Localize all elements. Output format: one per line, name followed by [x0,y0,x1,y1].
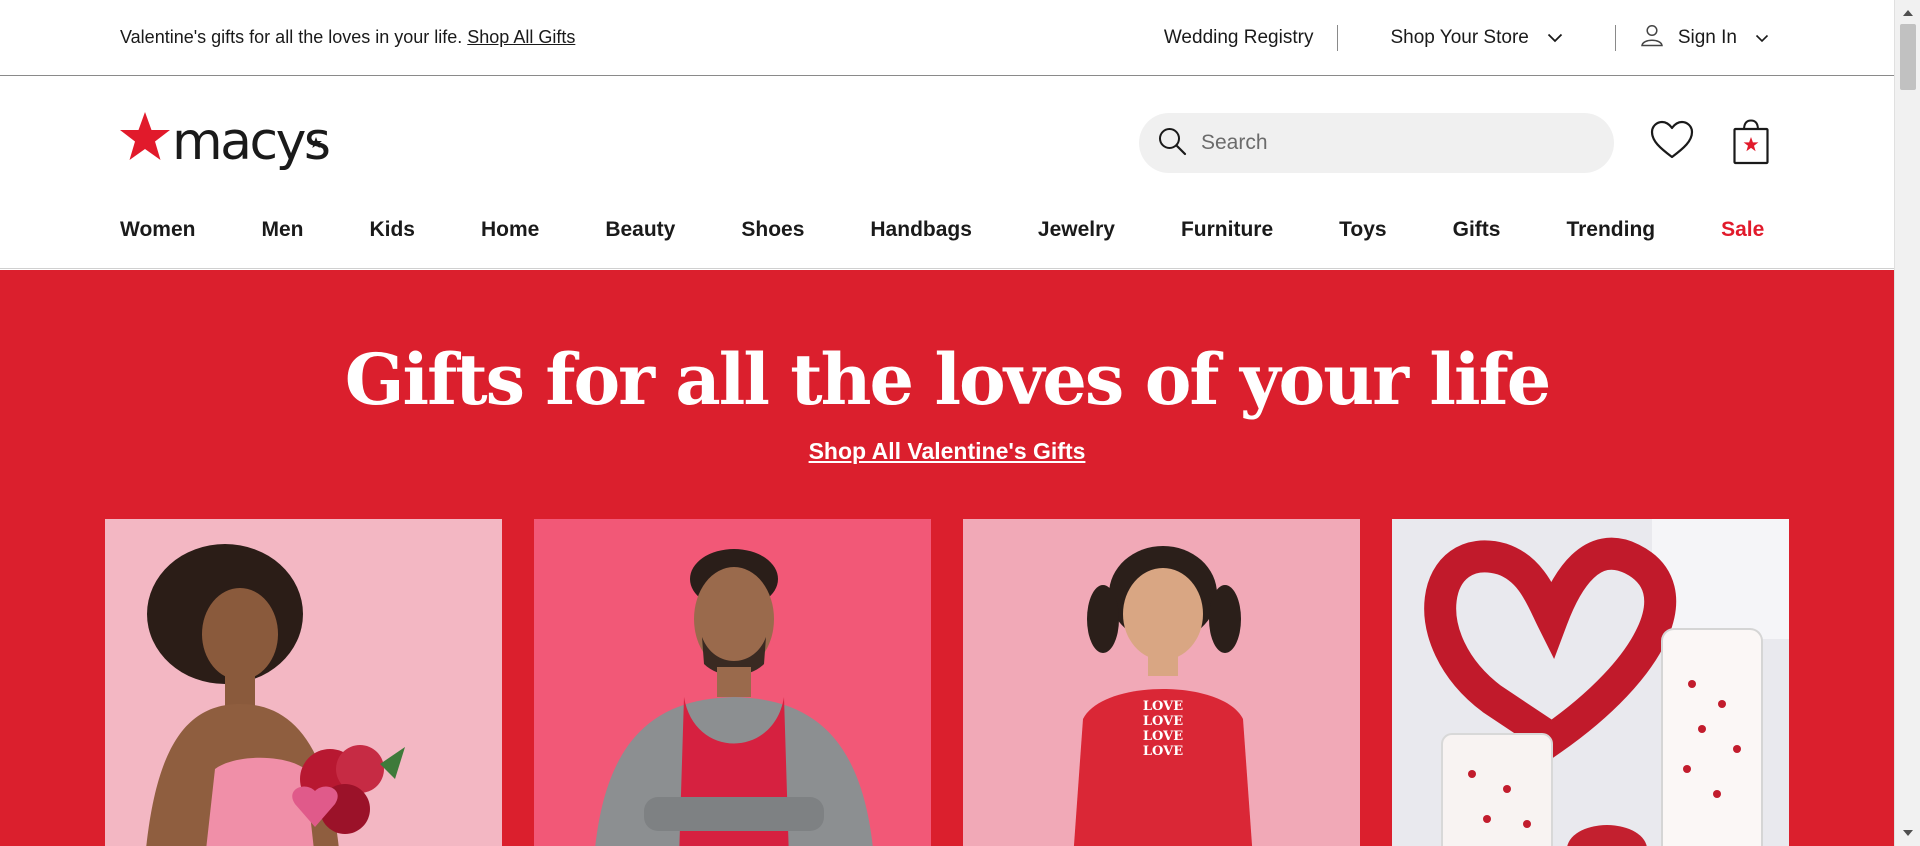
gift-tile-her[interactable] [105,519,502,846]
hero-title: Gifts for all the loves of your life [344,338,1551,421]
sign-in-dropdown[interactable]: Sign In [1640,23,1769,53]
shopping-bag-icon[interactable] [1733,119,1769,170]
user-icon [1640,23,1664,53]
logo-text: macys [172,112,331,172]
gift-tile-him[interactable] [534,519,931,846]
kids-shirt-text-line: LOVE [1142,744,1184,759]
scroll-up-arrow-icon[interactable] [1902,4,1914,22]
shop-your-store-dropdown[interactable]: Shop Your Store [1390,27,1562,49]
gift-tile-kids[interactable]: LOVE LOVE LOVE LOVE [963,519,1360,846]
search-bar[interactable] [1139,113,1614,173]
kids-shirt-text-line: LOVE [1142,714,1184,729]
chevron-down-icon [1755,27,1769,49]
nav-women[interactable]: Women [120,218,195,242]
utility-divider [1337,25,1339,51]
gift-tiles: LOVE LOVE LOVE LOVE [105,519,1789,846]
nav-home[interactable]: Home [481,218,539,242]
nav-handbags[interactable]: Handbags [870,218,972,242]
tile-home-image [1392,519,1789,846]
search-icon [1157,126,1187,161]
tile-her-image [105,519,502,846]
logo-wordmark: macys [172,116,331,168]
nav-jewelry[interactable]: Jewelry [1038,218,1115,242]
hero-cta: Shop All Valentine's Gifts [0,438,1894,465]
gift-tile-home[interactable] [1392,519,1789,846]
search-input[interactable] [1201,131,1581,155]
tile-kids-image [963,519,1360,846]
wedding-registry-link[interactable]: Wedding Registry [1164,27,1314,49]
main-navigation: Women Men Kids Home Beauty Shoes Handbag… [120,218,1764,242]
macys-logo[interactable]: macys [118,111,331,168]
nav-kids[interactable]: Kids [369,218,415,242]
wedding-registry-label: Wedding Registry [1163,27,1314,48]
chevron-down-icon [1547,27,1563,49]
nav-gifts[interactable]: Gifts [1453,218,1501,242]
logo-small-star-icon [310,106,323,158]
scrollbar-thumb[interactable] [1900,24,1916,90]
utility-links: Wedding Registry Shop Your Store Sign In [1164,0,1769,76]
nav-toys[interactable]: Toys [1339,218,1386,242]
shop-your-store-label: Shop Your Store [1390,27,1529,48]
kids-shirt-text-line: LOVE [1142,699,1184,714]
valentines-hero: Gifts for all the loves of your life Sho… [0,270,1894,846]
kids-shirt-text-line: LOVE [1142,729,1184,744]
page-scrollbar[interactable] [1894,0,1920,846]
favorites-heart-icon[interactable] [1650,120,1694,165]
nav-beauty[interactable]: Beauty [605,218,675,242]
scroll-down-arrow-icon[interactable] [1902,824,1914,842]
sign-in-label: Sign In [1677,27,1737,48]
kids-shirt-text: LOVE LOVE LOVE LOVE [1135,699,1191,759]
shop-all-valentines-gifts-link[interactable]: Shop All Valentine's Gifts [809,438,1086,464]
utility-divider [1614,25,1616,51]
shop-all-gifts-link[interactable]: Shop All Gifts [467,27,575,47]
utility-bar: Valentine's gifts for all the loves in y… [0,0,1894,76]
nav-shoes[interactable]: Shoes [741,218,804,242]
nav-trending[interactable]: Trending [1566,218,1655,242]
site-header: macys Women Men Kids Home Beauty Shoes H… [0,77,1894,269]
nav-furniture[interactable]: Furniture [1181,218,1273,242]
promo-message: Valentine's gifts for all the loves in y… [120,27,575,48]
promo-text: Valentine's gifts for all the loves in y… [120,27,468,47]
nav-sale[interactable]: Sale [1721,218,1764,242]
nav-men[interactable]: Men [261,218,303,242]
logo-star-icon [118,111,172,168]
tile-him-image [534,519,931,846]
